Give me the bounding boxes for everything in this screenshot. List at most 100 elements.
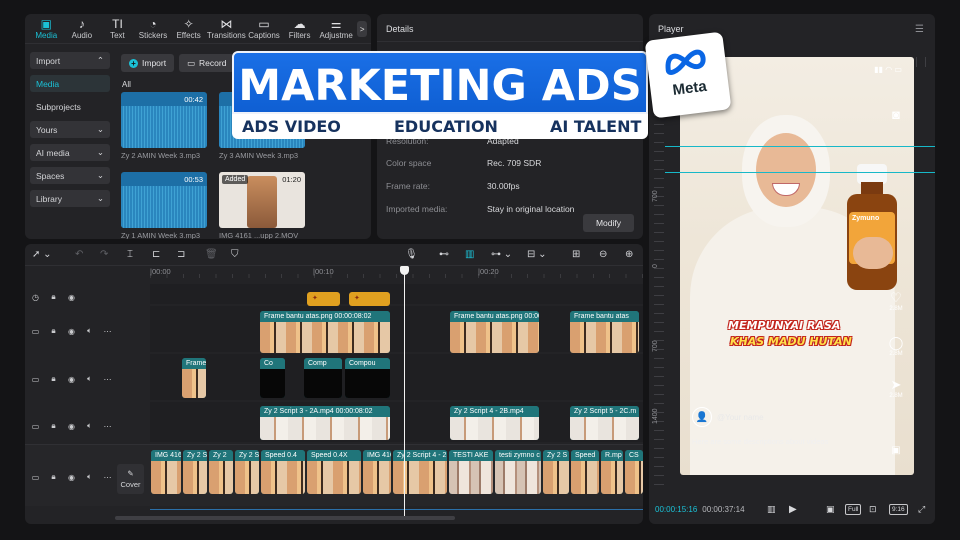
tool-captions[interactable]: ▭ Captions: [247, 17, 282, 43]
tool-text[interactable]: TI Text: [100, 17, 135, 43]
media-item-video[interactable]: Added 01:20: [219, 172, 305, 228]
record-button[interactable]: ▭ Record: [179, 54, 235, 72]
timeline-clip[interactable]: testi zymno c: [495, 450, 541, 494]
timeline-clip[interactable]: Speed 0.4X: [307, 450, 361, 494]
timeline-clip[interactable]: Speed: [571, 450, 599, 494]
timeline-scrollbar[interactable]: [115, 516, 455, 520]
timeline-clip[interactable]: Frame bantu atas.png 00:00:08:02: [260, 311, 390, 353]
effect-clip[interactable]: ✦: [349, 292, 390, 306]
full-button[interactable]: Full: [845, 504, 862, 515]
tool-effects[interactable]: ✧ Effects: [171, 17, 206, 43]
track-area: [150, 354, 643, 400]
redo-icon[interactable]: ↷: [100, 249, 108, 260]
timeline-clip[interactable]: Frame: [182, 358, 206, 398]
sidebar-item-spaces[interactable]: Spaces ⌄: [30, 167, 110, 184]
media-item[interactable]: 00:53: [121, 172, 207, 228]
zoom-in-icon[interactable]: ⊕: [625, 249, 633, 260]
timeline-clip[interactable]: Comp: [304, 358, 342, 398]
toolbar-more-button[interactable]: >: [357, 21, 367, 37]
sidebar-item-ai-media[interactable]: AI media ⌄: [30, 144, 110, 161]
more-icon[interactable]: ⋯: [103, 473, 112, 482]
import-button[interactable]: + Import: [121, 54, 175, 72]
tool-adjustment[interactable]: ⚌ Adjustme: [318, 17, 355, 43]
magnet-icon[interactable]: ▥: [465, 249, 474, 260]
timeline-clip[interactable]: IMG 416: [363, 450, 391, 494]
timeline-clip[interactable]: IMG 416: [151, 450, 181, 494]
tool-transitions[interactable]: ⋈ Transitions: [207, 17, 246, 43]
fit-icon[interactable]: ⊡: [869, 504, 877, 515]
timeline-clip[interactable]: Zy 2 S: [183, 450, 207, 494]
eye-icon[interactable]: ◉: [67, 375, 76, 384]
undo-icon[interactable]: ↶: [75, 249, 83, 260]
tool-audio[interactable]: ♪ Audio: [65, 17, 100, 43]
timeline-clip[interactable]: Zy 2 Script 4 - 2B.mp4: [450, 406, 539, 440]
timeline-clip[interactable]: Zy 2 Script 5 - 2C.m: [570, 406, 639, 440]
eye-icon[interactable]: ◉: [67, 473, 76, 482]
tool-media[interactable]: ▣ Media: [29, 17, 64, 43]
eye-icon[interactable]: ◉: [67, 327, 76, 336]
modify-button[interactable]: Modify: [582, 214, 634, 232]
trim-right-icon[interactable]: ⊐: [177, 249, 185, 260]
lock-icon[interactable]: 🔒︎: [49, 472, 58, 482]
sidebar-item-media[interactable]: Media: [30, 75, 110, 92]
menu-icon[interactable]: ☰: [915, 24, 924, 35]
timeline-clip[interactable]: Zy 2 Script 3 - 2A.mp4 00:00:08:02: [260, 406, 390, 440]
speaker-icon[interactable]: 🔈︎: [85, 374, 94, 384]
export-frame-icon[interactable]: ▣: [826, 504, 835, 515]
timeline-clip[interactable]: TESTI AKE: [449, 450, 493, 494]
sidebar-item-subprojects[interactable]: Subprojects: [30, 98, 110, 115]
timeline-clip[interactable]: Frame bantu atas.png 00:00: [450, 311, 539, 353]
timeline-clip[interactable]: CS: [625, 450, 643, 494]
more-icon[interactable]: ⋯: [103, 375, 112, 384]
video-overlay-text: KHAS MADU HUTAN: [730, 335, 852, 348]
timeline-clip[interactable]: Co: [260, 358, 285, 398]
delete-icon[interactable]: 🗑: [205, 249, 218, 260]
video-preview[interactable]: ▮▮ ◠ ▭ Zymuno ◙ ♡ 2.8M ◯ 2.8M ➤ 2.8M ▣ MEMP…: [680, 57, 914, 475]
timeline-clip[interactable]: Compou: [345, 358, 390, 398]
lock-icon[interactable]: 🔒︎: [49, 374, 58, 384]
link-icon[interactable]: ⊷: [439, 249, 449, 260]
select-cursor-icon[interactable]: ➚ ⌄: [32, 249, 52, 260]
lock-icon[interactable]: 🔒︎: [49, 326, 58, 336]
sidebar-item-library[interactable]: Library ⌄: [30, 190, 110, 207]
speaker-icon[interactable]: 🔈︎: [85, 472, 94, 482]
eye-icon[interactable]: ◉: [67, 293, 76, 302]
caption-icon[interactable]: ⊞: [572, 249, 580, 260]
speaker-icon[interactable]: 🔈︎: [85, 421, 94, 431]
timeline-clip[interactable]: Frame bantu atas: [570, 311, 639, 353]
ratio-button[interactable]: 9:16: [889, 504, 908, 515]
cover-button[interactable]: ✎ Cover: [117, 464, 144, 494]
shield-icon[interactable]: ⛉: [231, 249, 239, 260]
split-icon[interactable]: ⌶: [127, 249, 133, 260]
track-type-icon: ▭: [31, 472, 40, 482]
eye-icon[interactable]: ◉: [67, 422, 76, 431]
timeline-clip[interactable]: Zy 2 S: [235, 450, 259, 494]
lock-icon[interactable]: 🔒︎: [49, 421, 58, 431]
zoom-out-icon[interactable]: ⊖: [599, 249, 607, 260]
speaker-icon[interactable]: 🔈︎: [85, 326, 94, 336]
preview-axis-icon[interactable]: ⊟ ⌄: [527, 249, 547, 260]
media-item[interactable]: 00:42: [121, 92, 207, 148]
tool-stickers[interactable]: ◔ Stickers: [136, 17, 171, 43]
microphone-icon[interactable]: 🎙: [405, 249, 418, 260]
sidebar-item-import[interactable]: Import ⌃: [30, 52, 110, 69]
trim-left-icon[interactable]: ⊏: [152, 249, 160, 260]
sidebar-item-yours[interactable]: Yours ⌄: [30, 121, 110, 138]
more-icon[interactable]: ⋯: [103, 422, 112, 431]
fullscreen-icon[interactable]: ⤢: [918, 504, 925, 515]
tool-filters[interactable]: ☁ Filters: [282, 17, 317, 43]
timeline-clip[interactable]: R.mp: [601, 450, 623, 494]
filter-all[interactable]: All: [122, 80, 131, 89]
timeline-clip[interactable]: Zy 2 Script 4 - 2: [393, 450, 447, 494]
clock-icon[interactable]: ◷: [31, 293, 40, 302]
lock-icon[interactable]: 🔒︎: [49, 292, 58, 302]
play-icon[interactable]: ▶: [789, 504, 797, 515]
effect-clip[interactable]: ✦: [307, 292, 340, 306]
timeline-clip[interactable]: Zy 2: [209, 450, 233, 494]
timeline-clip[interactable]: Speed 0.4: [261, 450, 305, 494]
playhead[interactable]: [404, 268, 405, 516]
more-icon[interactable]: ⋯: [103, 327, 112, 336]
timeline-clip[interactable]: Zy 2 S: [543, 450, 569, 494]
chain-icon[interactable]: ⊶ ⌄: [491, 249, 512, 260]
grid-icon[interactable]: ▥: [767, 504, 776, 515]
